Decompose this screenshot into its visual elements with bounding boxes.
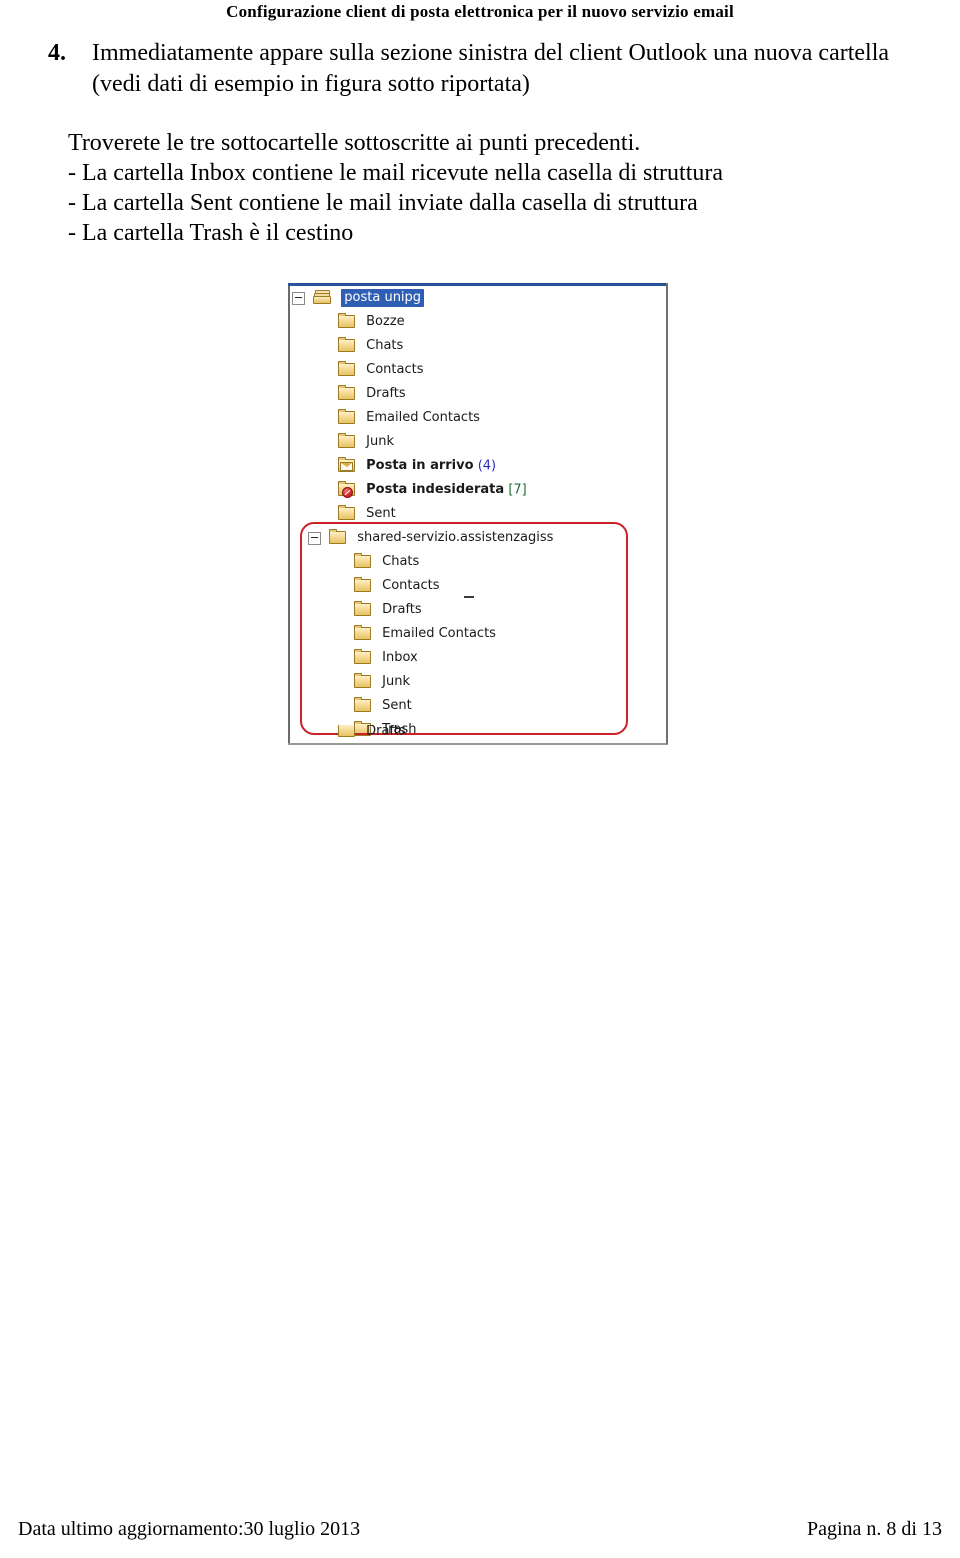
tree-node-posta-indesiderata[interactable]: Posta indesiderata [7] <box>290 478 666 502</box>
tree-node-label: Bozze <box>366 314 405 329</box>
list-item-line-1: Immediatamente appare sulla sezione sini… <box>92 40 890 66</box>
folder-icon <box>338 312 356 329</box>
tree-node-label: Contacts <box>366 362 424 377</box>
folder-icon <box>354 648 372 665</box>
tree-node-label: shared-servizio.assistenzagiss <box>357 530 554 545</box>
tree-node-label: Junk <box>366 434 394 449</box>
tree-node-junk[interactable]: Junk <box>290 430 666 454</box>
folder-icon <box>354 600 372 617</box>
folder-stack-icon <box>313 289 332 305</box>
tree-node-label: Posta in arrivo <box>366 458 474 473</box>
unread-count-badge: (4) <box>477 458 497 474</box>
tree-node-label: Sent <box>366 506 396 521</box>
tree-node-label: Drafts <box>382 602 422 617</box>
tree-node-shared-sent[interactable]: Sent <box>290 694 666 718</box>
folder-icon <box>354 576 372 593</box>
document-footer: Data ultimo aggiornamento:30 luglio 2013… <box>18 1516 942 1542</box>
document-body: 4. Immediatamente appare sulla sezione s… <box>44 38 924 100</box>
bullet-inbox: - La cartella Inbox contiene le mail ric… <box>68 160 724 186</box>
tree-node-shared-drafts[interactable]: Drafts <box>290 598 666 622</box>
tree-node-label: posta unipg <box>341 289 425 307</box>
folder-icon <box>338 384 356 401</box>
folder-icon <box>354 552 372 569</box>
list-item-text: Immediatamente appare sulla sezione sini… <box>92 38 924 100</box>
folder-icon <box>338 725 356 738</box>
tree-node-shared-junk[interactable]: Junk <box>290 670 666 694</box>
explanatory-paragraph-block: Troverete le tre sottocartelle sottoscri… <box>68 128 928 248</box>
footer-page-number: Pagina n. 8 di 13 <box>807 1518 942 1540</box>
folder-icon <box>338 432 356 449</box>
folder-icon <box>338 408 356 425</box>
junk-count-badge: [7] <box>508 482 527 498</box>
tree-node-label: Junk <box>382 674 410 689</box>
tree-node-contacts[interactable]: Contacts <box>290 358 666 382</box>
tree-node-drafts[interactable]: Drafts <box>290 382 666 406</box>
tree-node-label: Chats <box>366 338 404 353</box>
list-item-line-2: (vedi dati di esempio in figura sotto ri… <box>92 71 530 97</box>
tree-node-label: Sent <box>382 698 412 713</box>
tree-node-label: Emailed Contacts <box>366 410 480 425</box>
tree-node-shared-emailed-contacts[interactable]: Emailed Contacts <box>290 622 666 646</box>
tree-node-label: Contacts <box>382 578 440 593</box>
folder-icon <box>354 624 372 641</box>
folder-junk-icon <box>338 480 356 498</box>
tree-node-sent[interactable]: Sent <box>290 502 666 526</box>
tree-node-shared-contacts[interactable]: Contacts <box>290 574 666 598</box>
outlook-folder-tree-figure: posta unipg Bozze Chats Contacts Drafts … <box>288 283 668 745</box>
tree-node-label: Chats <box>382 554 420 569</box>
bullet-sent: - La cartella Sent contiene le mail invi… <box>68 190 698 216</box>
document-running-header: Configurazione client di posta elettroni… <box>0 0 960 24</box>
tree-node-chats[interactable]: Chats <box>290 334 666 358</box>
tree-node-bozze[interactable]: Bozze <box>290 310 666 334</box>
tree-node-shared-inbox[interactable]: Inbox <box>290 646 666 670</box>
folder-icon <box>338 504 356 521</box>
tree-node-label: Inbox <box>382 650 418 665</box>
folder-icon <box>338 336 356 353</box>
stray-underscore-artifact <box>464 596 474 598</box>
folder-inbox-icon <box>338 456 356 473</box>
tree-node-label: Emailed Contacts <box>382 626 496 641</box>
collapse-minus-icon[interactable] <box>292 291 305 305</box>
folder-icon <box>354 672 372 689</box>
tree-node-clipped-drafts[interactable]: Drafts <box>290 725 666 743</box>
tree-node-posta-in-arrivo[interactable]: Posta in arrivo (4) <box>290 454 666 478</box>
document-title: Configurazione client di posta elettroni… <box>226 2 734 21</box>
folder-icon <box>354 696 372 713</box>
tree-node-emailed-contacts[interactable]: Emailed Contacts <box>290 406 666 430</box>
tree-node-label: Drafts <box>366 725 406 738</box>
tree-node-shared-mailbox[interactable]: shared-servizio.assistenzagiss <box>290 526 666 550</box>
folder-icon <box>329 528 347 545</box>
footer-last-update: Data ultimo aggiornamento:30 luglio 2013 <box>18 1518 361 1540</box>
tree-node-label: Drafts <box>366 386 406 401</box>
tree-node-root-account[interactable]: posta unipg <box>290 286 666 310</box>
bullet-trash: - La cartella Trash è il cestino <box>68 220 354 246</box>
collapse-minus-icon[interactable] <box>308 531 321 545</box>
numbered-list-item-4: 4. Immediatamente appare sulla sezione s… <box>44 38 924 100</box>
list-item-number: 4. <box>48 40 66 66</box>
paragraph-intro: Troverete le tre sottocartelle sottoscri… <box>68 130 641 156</box>
folder-icon <box>338 360 356 377</box>
tree-node-shared-chats[interactable]: Chats <box>290 550 666 574</box>
tree-node-label: Posta indesiderata <box>366 482 505 497</box>
folder-tree[interactable]: posta unipg Bozze Chats Contacts Drafts … <box>290 286 666 742</box>
